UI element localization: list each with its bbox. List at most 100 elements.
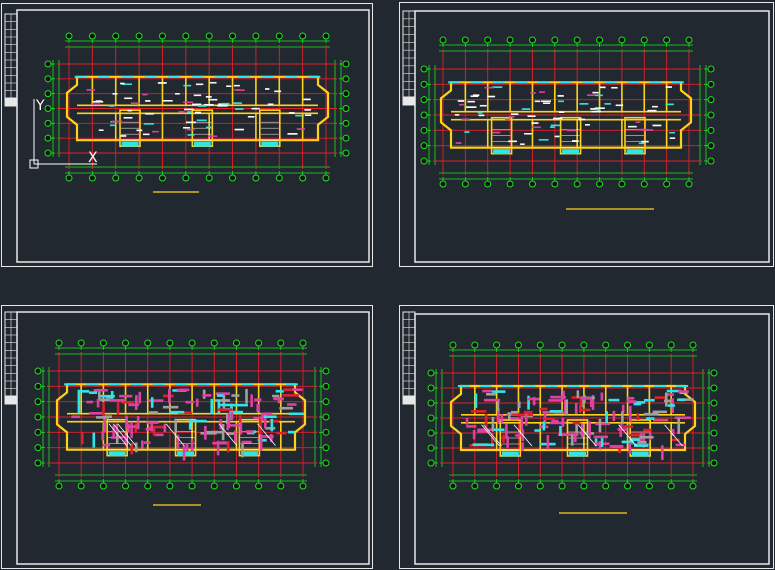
annotation-text-mark (641, 140, 649, 143)
rebar-mark (275, 389, 285, 393)
inner-frame (414, 10, 770, 263)
axis-bubble (689, 482, 697, 490)
rebar-mark (608, 398, 620, 402)
annotation-text-mark (584, 124, 590, 126)
axis-bubble (299, 339, 307, 347)
rebar-mark (654, 396, 666, 399)
axis-bubble (707, 111, 715, 119)
axis-bubble (144, 339, 152, 347)
annotation-text-mark (196, 119, 207, 122)
axis-bubble (44, 105, 52, 112)
axis-bubble (710, 369, 718, 377)
rebar-mark (125, 425, 137, 428)
axis-bubble (252, 32, 260, 40)
axis-bubble (210, 339, 218, 347)
drawing-sheet-2[interactable] (399, 2, 774, 267)
rebar-mark (141, 440, 144, 449)
annotation-text-mark (289, 112, 295, 114)
inner-frame (16, 311, 370, 565)
axis-bubble (229, 32, 237, 40)
axis-bubble (277, 339, 285, 347)
rebar-mark (517, 401, 521, 409)
rebar-mark (150, 423, 154, 432)
annotation-text-mark (478, 114, 485, 117)
axis-bubble (229, 174, 237, 182)
rebar-mark (576, 390, 580, 399)
axis-bubble (55, 482, 63, 490)
annotation-text-mark (554, 135, 560, 138)
axis-bubble (342, 105, 350, 112)
annotation-text-mark (192, 103, 202, 106)
axis-bubble (663, 180, 671, 188)
axis-bubble (420, 157, 428, 165)
annotation-text-mark (524, 132, 532, 135)
annotation-text-mark (183, 101, 194, 104)
rebar-mark (510, 417, 520, 420)
rebar-mark (169, 410, 185, 414)
annotation-text-mark (287, 133, 298, 135)
annotation-text-mark (123, 117, 133, 119)
rebar-mark (546, 435, 550, 450)
ucs-x-label: X (88, 150, 98, 166)
drawing-sheet-4[interactable] (399, 305, 774, 569)
rebar-mark (206, 430, 223, 434)
stair-landing (240, 451, 258, 457)
annotation-text-mark (470, 95, 479, 97)
annotation-text-mark (531, 122, 539, 124)
annotation-text-mark (143, 123, 155, 125)
rebar-mark (261, 412, 264, 422)
rebar-mark (217, 408, 233, 412)
rebar-mark (639, 435, 654, 439)
axis-bubble (299, 482, 307, 490)
title-block-cell (402, 395, 416, 405)
rebar-mark (579, 397, 593, 400)
rebar-mark (500, 414, 504, 424)
structural-plan-drawing-3 (4, 311, 370, 565)
rebar-mark (482, 389, 493, 393)
rebar-mark (182, 444, 186, 461)
annotation-text-mark (549, 126, 555, 128)
rebar-mark (128, 403, 140, 407)
axis-bubble (471, 341, 479, 349)
rebar-mark (491, 416, 495, 432)
axis-bubble (506, 180, 514, 188)
rebar-mark (510, 410, 519, 414)
axis-bubble (342, 134, 350, 142)
annotation-text-mark (112, 93, 118, 95)
axis-bubble (277, 482, 285, 490)
rebar-mark (86, 400, 94, 404)
axis-bubble (645, 341, 653, 349)
annotation-text-mark (572, 140, 579, 142)
rebar-mark (174, 418, 178, 433)
axis-bubble (342, 149, 350, 157)
axis-bubble (493, 482, 501, 490)
annotation-text-mark (264, 88, 270, 90)
annotation-text-mark (86, 89, 96, 91)
rebar-mark (204, 425, 207, 440)
rebar-mark (282, 394, 299, 397)
axis-bubble (461, 180, 469, 188)
rebar-mark (245, 388, 248, 404)
drawing-sheet-1[interactable]: YX (1, 3, 373, 267)
rebar-mark (505, 423, 508, 438)
axis-bubble (427, 444, 435, 452)
rebar-mark (190, 438, 194, 452)
axis-bubble (427, 384, 435, 392)
rebar-mark (471, 410, 487, 413)
rebar-mark (202, 394, 212, 397)
rebar-mark (77, 400, 81, 414)
rebar-mark (231, 394, 240, 397)
rebar-mark (277, 396, 281, 404)
annotation-text-mark (210, 81, 217, 84)
axis-bubble (558, 341, 566, 349)
drawing-sheet-3[interactable] (1, 305, 373, 569)
annotation-text-mark (578, 118, 586, 121)
rebar-mark (588, 421, 591, 439)
annotation-text-mark (247, 116, 255, 118)
annotation-text-mark (508, 140, 517, 143)
axis-bubble (710, 399, 718, 407)
axis-bubble (528, 180, 536, 188)
rebar-mark (78, 390, 90, 393)
rebar-mark (134, 396, 138, 410)
rebar-mark (149, 411, 158, 414)
